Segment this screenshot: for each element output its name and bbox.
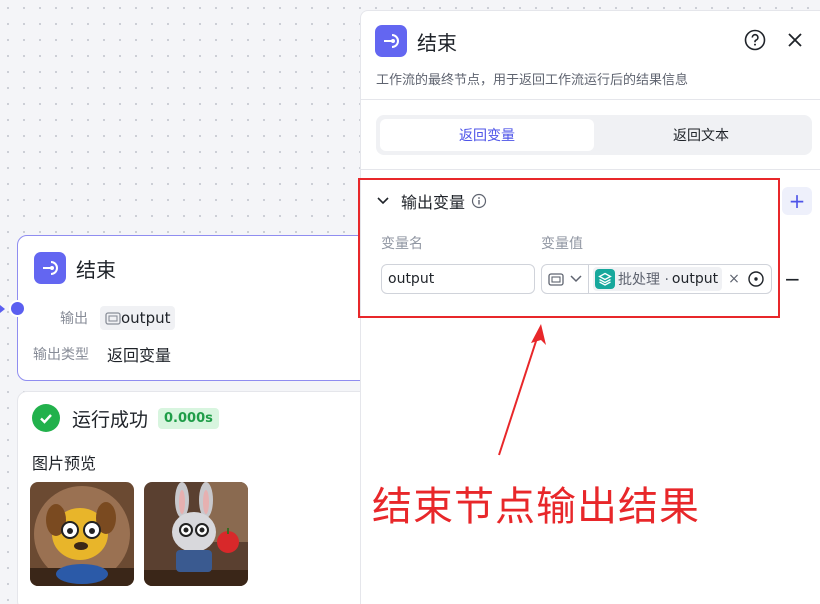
run-result-header: 运行成功 0.000s [32,404,219,432]
remove-variable-button[interactable]: − [784,267,801,291]
add-variable-button[interactable]: + [782,187,812,215]
panel-title: 结束 [417,30,457,55]
tabs-divider [361,169,820,170]
image-preview-label: 图片预览 [32,454,97,473]
workflow-canvas[interactable]: 结束 输出 output 输出类型 返回变量 运行成功 0.000s 图片预览 [0,0,377,604]
return-mode-tabs: 返回变量 返回文本 [376,115,812,155]
tab-return-text[interactable]: 返回文本 [594,119,808,151]
output-label: 输出 [60,311,88,327]
output-variable-name: output [121,309,171,327]
help-icon[interactable] [744,29,766,55]
image-type-icon [105,311,121,325]
run-time-badge: 0.000s [158,407,219,429]
panel-actions [744,29,804,55]
end-node-icon [34,252,66,284]
panel-header: 结束 [375,25,457,57]
tab-return-variable[interactable]: 返回变量 [380,119,594,151]
output-row: 输出 output [18,306,176,330]
end-node-header: 结束 [34,252,116,284]
end-node-title: 结束 [76,257,116,282]
run-status-text: 运行成功 [72,408,149,431]
end-node-panel-icon [375,25,407,57]
end-node-card[interactable]: 结束 输出 output 输出类型 返回变量 [17,235,377,381]
output-variable-tag: output [100,306,176,330]
annotation-highlight-box [358,178,780,318]
output-type-label: 输出类型 [33,347,89,363]
annotation-text: 结束节点输出结果 [372,484,700,530]
connector-arrow [0,305,5,313]
preview-image-rabbit[interactable] [144,482,248,586]
preview-image-dog[interactable] [30,482,134,586]
output-type-row: 输出类型 返回变量 [33,342,171,366]
input-port[interactable] [9,300,26,317]
header-divider [361,99,820,100]
close-icon[interactable] [786,31,804,53]
panel-description: 工作流的最终节点，用于返回工作流运行后的结果信息 [376,73,689,88]
output-type-value: 返回变量 [107,346,172,365]
run-result-card: 运行成功 0.000s 图片预览 [17,391,377,604]
success-check-icon [32,404,60,432]
